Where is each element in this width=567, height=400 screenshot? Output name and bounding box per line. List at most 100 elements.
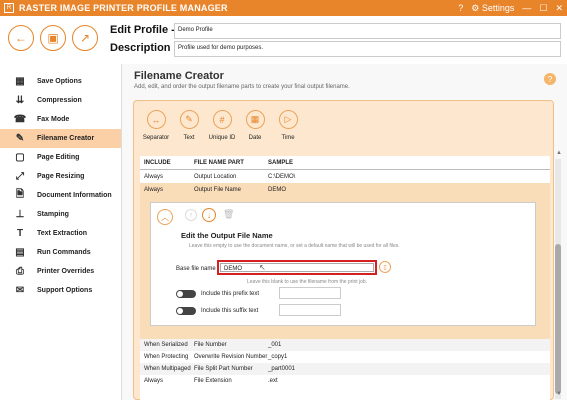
sidebar-item-page-resizing[interactable]: ⤢ Page Resizing — [0, 167, 121, 186]
maximize-button[interactable]: ☐ — [539, 3, 547, 14]
help-icon[interactable]: ? — [544, 73, 556, 85]
envelope-icon: ✉ — [15, 285, 25, 296]
base-file-name-hint: Leave this blank to use the filename fro… — [247, 279, 368, 285]
sidebar-item-page-editing[interactable]: ▢ Page Editing — [0, 148, 121, 167]
export-button[interactable]: ↗ — [72, 25, 98, 51]
row-include: Always — [144, 187, 164, 193]
sidebar-item-support-options[interactable]: ✉ Support Options — [0, 281, 121, 300]
filename-creator-icon: ✎ — [15, 133, 25, 144]
sidebar-item-label: Page Editing — [37, 154, 80, 161]
move-down-button[interactable]: ↓ — [202, 208, 216, 222]
export-icon: ↗ — [79, 31, 91, 45]
prefix-input[interactable] — [279, 287, 341, 299]
profile-description-input[interactable]: Profile used for demo purposes. — [174, 41, 561, 57]
row-part: File Split Part Number — [194, 366, 253, 372]
date-tool-button[interactable]: ▦ Date — [239, 110, 271, 141]
document-icon: ▯ — [383, 264, 387, 271]
arrow-down-icon: ↓ — [207, 210, 211, 220]
row-sample: .ext — [268, 378, 278, 384]
sidebar-item-label: Compression — [37, 97, 82, 104]
sidebar-item-run-commands[interactable]: ▤ Run Commands — [0, 243, 121, 262]
sidebar-item-compression[interactable]: ⇊ Compression — [0, 91, 121, 110]
page-resizing-icon: ⤢ — [16, 171, 24, 182]
calendar-icon: ▦ — [245, 110, 265, 129]
tool-label: Text — [183, 135, 195, 141]
sidebar-item-label: Fax Mode — [37, 116, 70, 123]
row-include: When Serialized — [144, 342, 188, 348]
row-sample: _part0001 — [268, 366, 296, 372]
stamp-icon: ⊥ — [15, 209, 25, 220]
save-options-icon: ▦ — [15, 76, 25, 87]
sidebar-item-fax-mode[interactable]: ☎ Fax Mode — [0, 110, 121, 129]
scrollbar-thumb[interactable] — [555, 244, 561, 394]
main-content: Filename Creator Add, edit, and order th… — [122, 64, 567, 400]
row-part: File Number — [194, 342, 227, 348]
help-icon[interactable]: ? — [458, 3, 463, 13]
hash-icon: # — [212, 110, 232, 129]
sidebar-item-label: Page Resizing — [37, 173, 85, 180]
tool-label: Unique ID — [208, 135, 236, 141]
document-icon: 🗎 — [15, 189, 25, 200]
browse-button[interactable]: ▯ — [379, 261, 391, 273]
play-icon: ▷ — [278, 110, 298, 129]
floppy-disk-icon: ▣ — [47, 31, 59, 45]
settings-button[interactable]: ⚙ Settings — [471, 3, 514, 14]
separator-tool-button[interactable]: ↔ Separator — [140, 110, 172, 141]
unique-id-tool-button[interactable]: # Unique ID — [206, 110, 238, 141]
prefix-label: Include this prefix text — [201, 291, 260, 297]
minimize-button[interactable]: — — [522, 3, 531, 13]
prefix-toggle[interactable] — [176, 290, 196, 298]
editor-title: Edit the Output File Name — [181, 231, 273, 240]
suffix-input[interactable] — [279, 304, 341, 316]
back-button[interactable]: ← — [8, 25, 34, 51]
sidebar-item-filename-creator[interactable]: ✎ Filename Creator — [0, 129, 121, 148]
close-button[interactable]: ✕ — [555, 3, 563, 14]
highlight-box: DEMO — [217, 260, 377, 275]
text-tool-button[interactable]: ✎ Text — [173, 110, 205, 141]
page-subtitle: Add, edit, and order the output filename… — [134, 84, 350, 90]
tool-label: Separator — [142, 135, 170, 141]
table-row[interactable]: When Serialized File Number _001 — [140, 339, 550, 351]
sidebar-item-label: Stamping — [37, 211, 69, 218]
table-row[interactable]: Always Output Location C:\DEMO\ — [140, 171, 550, 183]
row-part: Output Location — [194, 174, 237, 180]
app-icon: R — [4, 3, 14, 13]
row-include: Always — [144, 174, 164, 180]
separator-icon: ↔ — [146, 110, 166, 129]
column-header: INCLUDE — [144, 159, 171, 166]
save-button[interactable]: ▣ — [40, 25, 66, 51]
sidebar-item-label: Filename Creator — [37, 135, 95, 142]
suffix-label: Include this suffix text — [201, 308, 259, 314]
arrow-up-icon: ↑ — [189, 211, 193, 219]
time-tool-button[interactable]: ▷ Time — [272, 110, 304, 141]
sidebar-item-text-extraction[interactable]: T Text Extraction — [0, 224, 121, 243]
table-header: INCLUDE FILE NAME PART SAMPLE — [140, 156, 550, 170]
trash-icon[interactable]: 🗑 — [223, 209, 234, 220]
table-row-selected[interactable]: Always Output File Name DEMO — [140, 183, 550, 197]
mouse-cursor-icon: ↖ — [259, 263, 266, 272]
suffix-toggle[interactable] — [176, 307, 196, 315]
scroll-down-arrow-icon[interactable]: ▼ — [556, 391, 562, 397]
scroll-up-arrow-icon[interactable]: ▲ — [556, 150, 562, 156]
table-row[interactable]: Always File Extension .ext — [140, 375, 550, 387]
sidebar-item-document-information[interactable]: 🗎 Document Information — [0, 186, 121, 205]
table-row[interactable]: When Multipaged File Split Part Number _… — [140, 363, 550, 375]
pencil-icon: ✎ — [179, 110, 199, 129]
base-file-name-input[interactable]: DEMO — [220, 263, 374, 272]
fax-icon: ☎ — [13, 114, 27, 125]
move-up-button[interactable]: ↑ — [185, 209, 197, 221]
row-part: Output File Name — [194, 187, 242, 193]
collapse-button[interactable]: ︿ — [157, 209, 173, 225]
run-commands-icon: ▤ — [15, 247, 25, 258]
row-part: Overwrite Revision Number — [194, 354, 268, 360]
sidebar-item-save-options[interactable]: ▦ Save Options — [0, 72, 121, 91]
row-include: Always — [144, 378, 164, 384]
sidebar-item-stamping[interactable]: ⊥ Stamping — [0, 205, 121, 224]
part-toolbar: ↔ Separator ✎ Text # Unique ID ▦ Date ▷ Time — [140, 110, 305, 141]
table-row[interactable]: When Protecting Overwrite Revision Numbe… — [140, 351, 550, 363]
sidebar-item-printer-overrides[interactable]: ⎙ Printer Overrides — [0, 262, 121, 281]
profile-name-input[interactable]: Demo Profile — [174, 23, 561, 39]
editor-hint: Leave this empty to use the document nam… — [189, 243, 400, 249]
row-sample: _001 — [268, 342, 282, 348]
sidebar-item-label: Printer Overrides — [37, 268, 95, 275]
